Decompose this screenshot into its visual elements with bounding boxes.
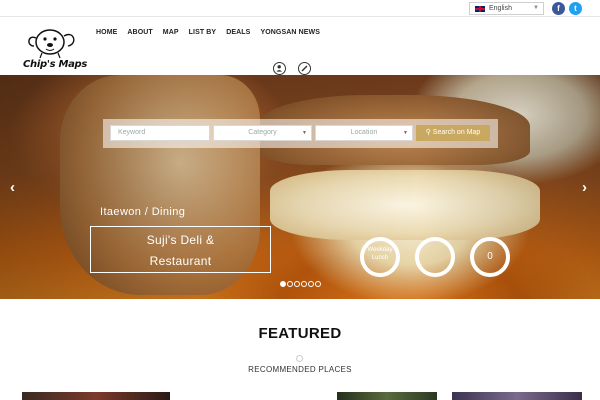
slider-dot[interactable] <box>294 281 300 287</box>
slider-dot[interactable] <box>308 281 314 287</box>
location-select[interactable]: Location ▼ <box>315 125 413 141</box>
nav-item-about[interactable]: ABOUT <box>127 29 152 36</box>
place-name-box[interactable]: Suji's Deli & Restaurant <box>90 226 271 273</box>
uk-flag-icon <box>475 6 485 12</box>
prev-slide-arrow-icon[interactable]: ‹ <box>10 179 15 196</box>
category-select[interactable]: Category ▼ <box>213 125 312 141</box>
stat-circle-count[interactable]: 0 <box>470 237 510 277</box>
slider-dot[interactable] <box>301 281 307 287</box>
slider-dot[interactable] <box>315 281 321 287</box>
nav-item-list-by[interactable]: LIST BY <box>189 29 217 36</box>
featured-title: FEATURED <box>258 325 342 342</box>
place-name-line1: Suji's Deli & <box>146 233 215 247</box>
top-bar: English ▼ f t <box>0 0 600 17</box>
stat-circle-empty[interactable] <box>415 237 455 277</box>
nav-item-deals[interactable]: DEALS <box>226 29 250 36</box>
heart-icon <box>296 355 303 362</box>
search-on-map-button[interactable]: ⚲ Search on Map <box>416 125 490 141</box>
featured-subtitle: RECOMMENDED PLACES <box>248 365 352 374</box>
language-select[interactable]: English ▼ <box>469 2 544 15</box>
slider-dot[interactable] <box>280 281 286 287</box>
edit-icon[interactable] <box>298 62 311 75</box>
category-select-label: Category <box>248 129 277 136</box>
search-button-label: Search on Map <box>432 129 481 136</box>
twitter-icon[interactable]: t <box>569 2 582 15</box>
dog-logo-icon <box>28 29 75 59</box>
keyword-input[interactable]: Keyword <box>110 125 210 141</box>
site-logo[interactable]: Chip's Maps <box>22 24 88 72</box>
chevron-down-icon: ▼ <box>403 130 408 136</box>
logo-text: Chip's Maps <box>23 59 88 70</box>
slider-dot[interactable] <box>287 281 293 287</box>
hero-slider: Keyword Category ▼ Location ▼ ⚲ Search o… <box>0 75 600 299</box>
location-select-label: Location <box>350 129 378 136</box>
search-bar: Keyword Category ▼ Location ▼ ⚲ Search o… <box>103 119 498 148</box>
nav-item-home[interactable]: HOME <box>96 29 117 36</box>
slider-pagination <box>280 281 321 287</box>
featured-card-image[interactable] <box>452 392 582 400</box>
featured-card-image[interactable] <box>22 392 170 400</box>
featured-card-image[interactable] <box>337 392 437 400</box>
facebook-icon[interactable]: f <box>552 2 565 15</box>
next-slide-arrow-icon[interactable]: › <box>582 179 587 196</box>
site-header: Chip's Maps HOME ABOUT MAP LIST BY DEALS… <box>0 17 600 75</box>
map-pin-icon: ⚲ <box>425 129 431 136</box>
main-nav: HOME ABOUT MAP LIST BY DEALS YONGSAN NEW… <box>96 29 320 36</box>
chevron-down-icon: ▼ <box>533 5 539 11</box>
page: English ▼ f t Chip's Maps HOME ABOUT MAP <box>0 0 600 400</box>
stat-line2: Lunch <box>371 255 389 261</box>
language-label: English <box>489 5 512 12</box>
stat-line1: Weekday <box>367 247 393 253</box>
nav-item-yongsan-news[interactable]: YONGSAN NEWS <box>260 29 320 36</box>
user-icon[interactable] <box>273 62 286 75</box>
stat-circle-deal[interactable]: Weekday Lunch <box>360 237 400 277</box>
place-name-line2: Restaurant <box>149 254 212 268</box>
chevron-down-icon: ▼ <box>302 130 307 136</box>
place-category[interactable]: Itaewon / Dining <box>100 206 185 218</box>
nav-item-map[interactable]: MAP <box>163 29 179 36</box>
